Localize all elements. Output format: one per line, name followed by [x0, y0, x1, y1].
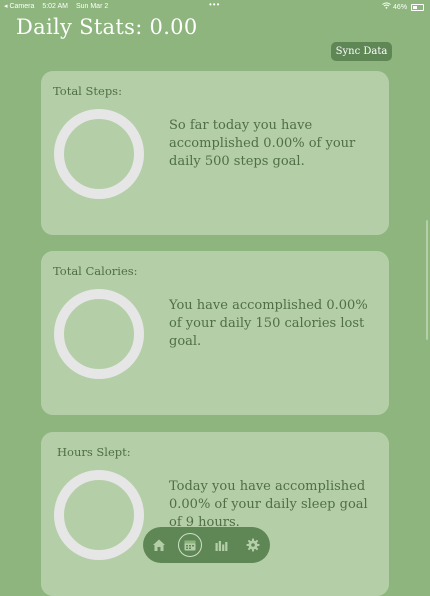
- scrollbar[interactable]: [426, 220, 428, 340]
- card-title: Hours Slept:: [57, 445, 131, 459]
- battery-icon: [411, 3, 424, 11]
- wifi-icon: [382, 2, 393, 11]
- sleep-progress-ring: [54, 470, 144, 560]
- tab-calendar[interactable]: [178, 533, 202, 557]
- card-title: Total Steps:: [53, 84, 122, 98]
- tab-settings[interactable]: [241, 533, 265, 557]
- status-right: 46%: [382, 2, 424, 11]
- sync-data-button[interactable]: Sync Data: [331, 42, 392, 61]
- status-left: ◂ Camera 5:02 AM Sun Mar 2: [4, 2, 114, 10]
- calories-card: Total Calories: You have accomplished 0.…: [41, 251, 389, 415]
- home-icon: [153, 539, 165, 551]
- multitasking-dots-icon[interactable]: •••: [209, 0, 220, 9]
- status-time: 5:02 AM: [42, 3, 68, 10]
- steps-card: Total Steps: So far today you have accom…: [41, 71, 389, 235]
- steps-progress-ring: [54, 109, 144, 199]
- tab-bar: [143, 527, 270, 563]
- status-bar: ◂ Camera 5:02 AM Sun Mar 2 ••• 46%: [0, 0, 430, 12]
- card-description: You have accomplished 0.00% of your dail…: [169, 298, 368, 349]
- gear-icon: [246, 538, 260, 552]
- back-to-app-link[interactable]: ◂ Camera: [4, 3, 34, 10]
- card-title: Total Calories:: [53, 264, 138, 278]
- calendar-icon: [184, 540, 196, 551]
- tab-stats[interactable]: [209, 533, 233, 557]
- sleep-card: Hours Slept: Today you have accomplished…: [41, 432, 389, 596]
- card-description: So far today you have accomplished 0.00%…: [169, 118, 356, 169]
- battery-percent: 46%: [393, 4, 408, 11]
- card-description: Today you have accomplished 0.00% of you…: [169, 479, 368, 530]
- tab-home[interactable]: [147, 533, 171, 557]
- calories-progress-ring: [54, 289, 144, 379]
- status-date: Sun Mar 2: [75, 3, 109, 10]
- page-title: Daily Stats: 0.00: [16, 15, 198, 39]
- bar-chart-icon: [215, 541, 228, 551]
